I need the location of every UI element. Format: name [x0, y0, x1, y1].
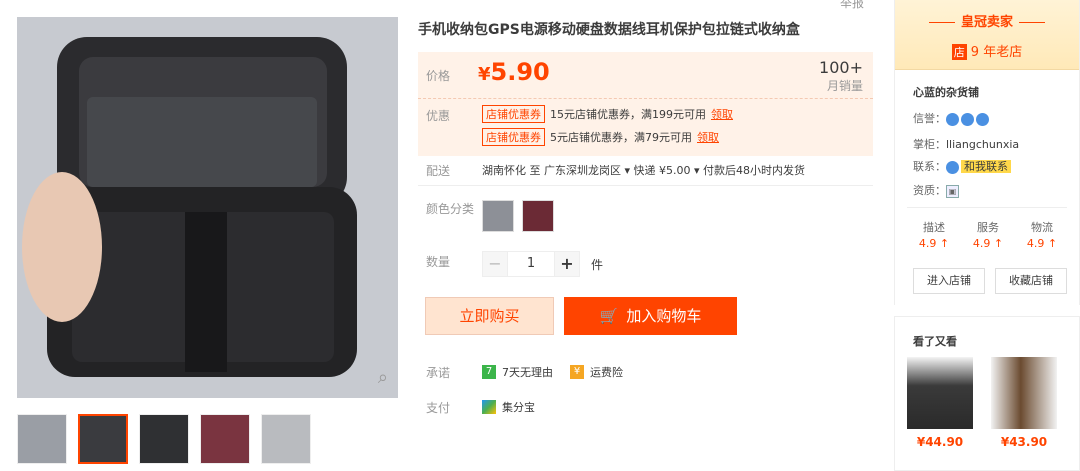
buy-now-button[interactable]: 立即购买 [425, 297, 554, 335]
seven-day-icon: 7 [482, 365, 496, 379]
contact-label: 联系： [913, 160, 946, 173]
keeper-name[interactable]: lliangchunxia [946, 138, 1019, 151]
color-label: 颜色分类 [426, 202, 475, 216]
color-swatch-red[interactable] [522, 200, 554, 232]
store-icon: 店 [951, 44, 967, 60]
thumbnail-5[interactable] [261, 414, 311, 464]
credit-diamond-icon [961, 112, 974, 126]
score-logistics: 物流 4.9 ↑ [1015, 219, 1069, 250]
thumbnail-1[interactable] [17, 414, 67, 464]
qualification-row: 资质： ▣ [913, 182, 959, 198]
also-viewed-item-1[interactable]: ¥44.90 [907, 357, 973, 449]
add-to-cart-button[interactable]: 🛒 加入购物车 [564, 297, 737, 335]
report-link[interactable]: 举报 [840, 0, 864, 11]
score-value: 4.9 ↑ [972, 237, 1004, 250]
qualification-label: 资质： [913, 184, 946, 197]
quantity-label: 数量 [426, 255, 451, 269]
promo-label: 优惠 [426, 109, 451, 123]
color-swatch-gray[interactable] [482, 200, 514, 232]
thumbnail-strip [17, 414, 311, 464]
shipping-label: 配送 [426, 164, 451, 178]
enter-shop-button[interactable]: 进入店铺 [913, 268, 985, 294]
keeper-row: 掌柜：lliangchunxia [913, 136, 1019, 152]
price-panel: 价格 ¥5.90 100+ 月销量 优惠 店铺优惠券 15元店铺优惠券，满199… [418, 52, 873, 156]
quantity-unit: 件 [591, 258, 604, 272]
contact-row: 联系： 和我联系 [913, 158, 1011, 174]
crown-seller-text: 皇冠卖家 [960, 15, 1013, 30]
also-viewed-panel: 看了又看 ¥44.90 ¥43.90 [894, 316, 1080, 471]
shipping-row: 配送 湖南怀化 至 广东深圳龙岗区 ▾ 快递 ¥5.00 ▾ 付款后48小时内发… [418, 162, 873, 187]
currency-symbol: ¥ [478, 64, 491, 85]
score-value: 4.9 ↑ [918, 237, 950, 250]
payment-text[interactable]: 集分宝 [502, 399, 535, 415]
shop-actions: 进入店铺 收藏店铺 [913, 268, 1067, 294]
also-viewed-price: ¥43.90 [1000, 435, 1048, 449]
coupon-row-1: 店铺优惠券 15元店铺优惠券，满199元可用 领取 [482, 105, 733, 123]
score-value: 4.9 ↑ [1026, 237, 1058, 250]
shop-header: 皇冠卖家 店9 年老店 [895, 0, 1079, 70]
also-viewed-image[interactable] [991, 357, 1057, 429]
quantity-increase-button[interactable]: + [554, 251, 580, 277]
shop-divider [907, 207, 1067, 208]
credit-row: 信誉： [913, 110, 991, 126]
sales-count: 100+ [819, 58, 863, 77]
thumbnail-3[interactable] [139, 414, 189, 464]
keeper-label: 掌柜： [913, 138, 946, 151]
shipping-insurance-text[interactable]: 运费险 [590, 364, 623, 380]
also-viewed-title: 看了又看 [913, 335, 957, 348]
add-to-cart-label: 加入购物车 [626, 307, 702, 325]
store-age: 店9 年老店 [895, 41, 1079, 60]
shop-scores: 描述 4.9 ↑ 服务 4.9 ↑ 物流 4.9 ↑ [907, 219, 1069, 250]
also-viewed-item-2[interactable]: ¥43.90 [991, 357, 1057, 449]
coupon-row-2: 店铺优惠券 5元店铺优惠券，满79元可用 领取 [482, 128, 719, 146]
store-age-text: 9 年老店 [970, 45, 1023, 60]
also-viewed-image[interactable] [907, 357, 973, 429]
score-description: 描述 4.9 ↑ [907, 219, 961, 250]
coupon-text: 5元店铺优惠券，满79元可用 [550, 131, 692, 144]
license-icon[interactable]: ▣ [946, 184, 959, 198]
chat-icon [946, 160, 959, 174]
price-value: ¥5.90 [478, 58, 550, 86]
credit-diamond-icon [946, 112, 959, 126]
zipper-case-photo [17, 17, 398, 398]
seven-day-text[interactable]: 7天无理由 [502, 364, 553, 380]
credit-label: 信誉： [913, 112, 946, 125]
monthly-sales: 100+ 月销量 [819, 58, 863, 94]
promise-label: 承诺 [426, 366, 451, 380]
jifenbao-icon [482, 400, 496, 414]
quantity-stepper: − 1 + [482, 251, 580, 277]
price-number: 5.90 [490, 58, 550, 86]
shipping-options[interactable]: 湖南怀化 至 广东深圳龙岗区 ▾ 快递 ¥5.00 ▾ 付款后48小时内发货 [482, 162, 805, 178]
product-page: ⌕ 举报 手机收纳包GPS电源移动硬盘数据线耳机保护包拉链式收纳盒 价格 ¥5.… [0, 0, 1080, 471]
crown-seller: 皇冠卖家 [895, 0, 1079, 30]
contact-seller-button[interactable]: 和我联系 [961, 160, 1011, 173]
main-product-image[interactable]: ⌕ [17, 17, 398, 398]
shipping-insurance-icon: ¥ [570, 365, 584, 379]
cart-icon: 🛒 [599, 307, 619, 325]
product-title: 手机收纳包GPS电源移动硬盘数据线耳机保护包拉链式收纳盒 [418, 22, 800, 38]
thumbnail-4[interactable] [200, 414, 250, 464]
coupon-text: 15元店铺优惠券，满199元可用 [550, 108, 706, 121]
quantity-input[interactable]: 1 [508, 251, 554, 277]
score-service: 服务 4.9 ↑ [961, 219, 1015, 250]
also-viewed-price: ¥44.90 [916, 435, 964, 449]
credit-diamond-icon [976, 112, 989, 126]
shop-name[interactable]: 心蓝的杂货铺 [913, 84, 979, 100]
price-divider [418, 98, 873, 99]
favorite-shop-button[interactable]: 收藏店铺 [995, 268, 1067, 294]
coupon-tag: 店铺优惠券 [482, 128, 545, 146]
price-label: 价格 [426, 69, 451, 83]
thumbnail-2[interactable] [78, 414, 128, 464]
sales-label: 月销量 [826, 79, 863, 93]
zoom-icon[interactable]: ⌕ [378, 367, 388, 388]
claim-coupon-link[interactable]: 领取 [697, 129, 719, 145]
payment-label: 支付 [426, 401, 451, 415]
score-title: 物流 [1031, 221, 1053, 234]
shop-panel: 皇冠卖家 店9 年老店 心蓝的杂货铺 信誉： 掌柜：lliangchunxia … [894, 0, 1080, 305]
claim-coupon-link[interactable]: 领取 [711, 106, 733, 122]
quantity-decrease-button[interactable]: − [482, 251, 508, 277]
score-title: 描述 [923, 221, 945, 234]
score-title: 服务 [977, 221, 999, 234]
coupon-tag: 店铺优惠券 [482, 105, 545, 123]
